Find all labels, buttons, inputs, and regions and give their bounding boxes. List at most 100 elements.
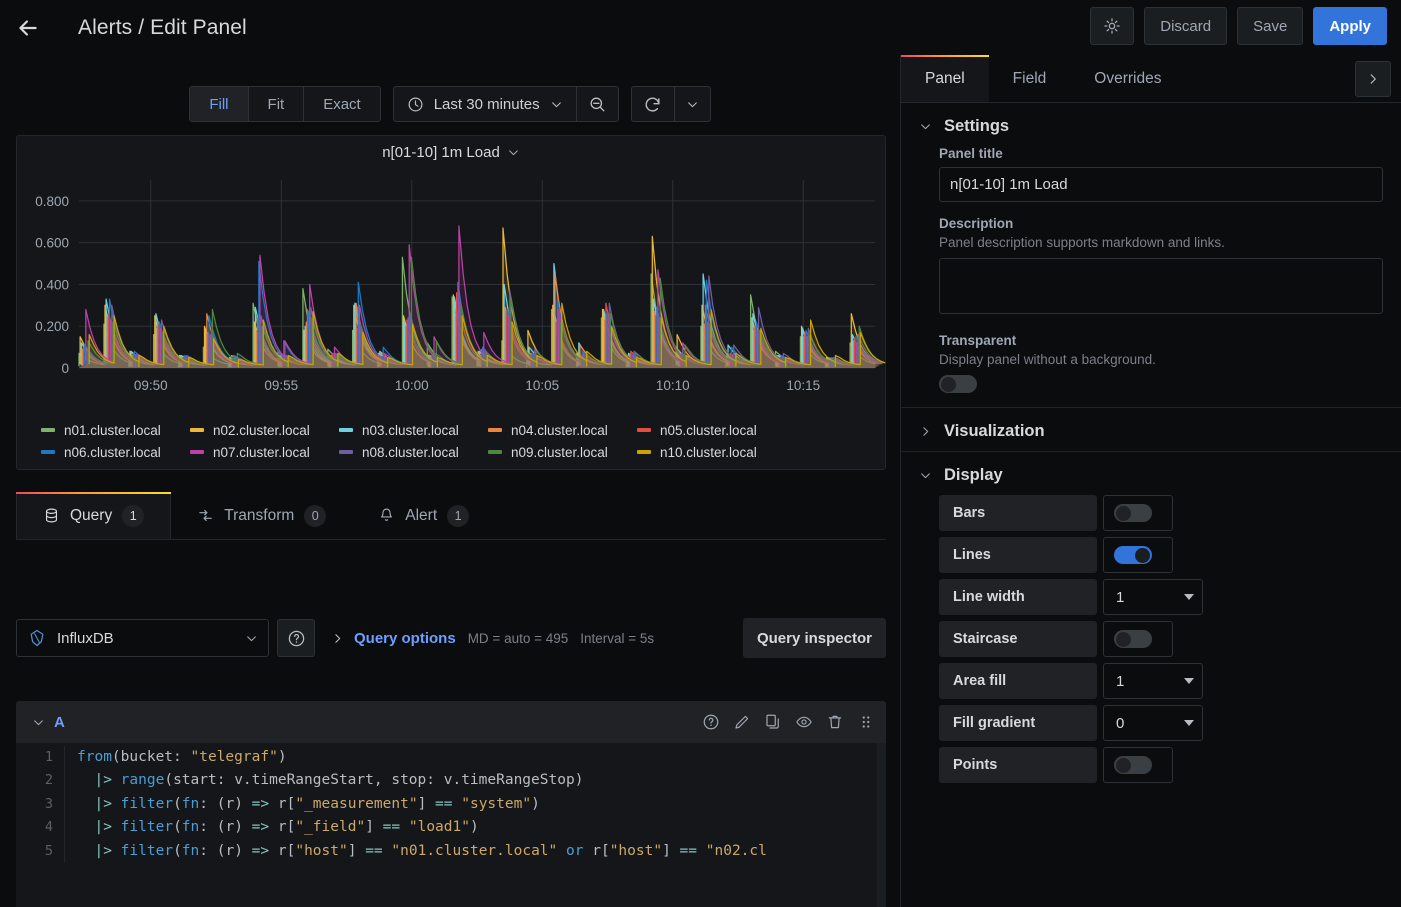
legend-label: n06.cluster.local	[64, 445, 161, 460]
legend-item[interactable]: n03.cluster.local	[339, 419, 488, 441]
display-option-select[interactable]: 0	[1103, 705, 1203, 741]
description-textarea[interactable]	[939, 258, 1383, 314]
datasource-picker[interactable]: InfluxDB	[16, 619, 269, 657]
query-delete-button[interactable]	[825, 712, 845, 732]
panel-preview-header[interactable]: n[01-10] 1m Load	[17, 136, 885, 168]
display-option-control	[1103, 621, 1173, 657]
tab-transform[interactable]: Transform 0	[171, 492, 352, 539]
display-option-row: Area fill1	[939, 663, 1383, 699]
interval-text: Interval = 5s	[580, 631, 654, 646]
query-options-label: Query options	[354, 630, 456, 647]
save-button[interactable]: Save	[1237, 7, 1303, 45]
chart-legend: n01.cluster.localn02.cluster.localn03.cl…	[17, 419, 887, 463]
legend-row: n06.cluster.local n07.cluster.localn08.cl…	[41, 441, 863, 463]
fit-mode-fill[interactable]: Fill	[190, 87, 248, 121]
legend-color-swatch	[41, 428, 55, 432]
legend-color-swatch	[488, 450, 502, 454]
display-option-value: 1	[1116, 589, 1184, 606]
tab-field[interactable]: Field	[989, 55, 1071, 102]
legend-label: n05.cluster.local	[660, 423, 757, 438]
x-axis-tick-label: 10:00	[395, 378, 429, 393]
refresh-interval-dropdown[interactable]	[674, 87, 710, 121]
display-option-label: Line width	[939, 579, 1097, 615]
display-option-toggle[interactable]	[1114, 630, 1152, 648]
y-axis-tick-label: 0.400	[35, 277, 69, 292]
query-collapse-button[interactable]	[26, 716, 50, 729]
panel-title-input[interactable]	[939, 167, 1383, 202]
chevron-right-icon	[1366, 72, 1380, 86]
display-option-select[interactable]: 1	[1103, 663, 1203, 699]
y-axis-tick-label: 0.600	[35, 236, 69, 251]
line-number: 1	[16, 746, 53, 769]
legend-label: n04.cluster.local	[511, 423, 608, 438]
legend-item[interactable]: n08.cluster.local	[339, 441, 488, 463]
chevron-down-icon	[1184, 720, 1194, 726]
time-range-button[interactable]: Last 30 minutes	[394, 87, 576, 121]
refresh-icon	[643, 95, 662, 114]
top-bar: Alerts / Edit Panel Discard Save Apply	[0, 0, 1401, 55]
legend-item[interactable]: n10.cluster.local	[637, 441, 786, 463]
query-drag-handle[interactable]	[856, 712, 876, 732]
discard-button[interactable]: Discard	[1144, 7, 1227, 45]
toggle-container	[1103, 621, 1173, 657]
code-content[interactable]: from(bucket: "telegraf") |> range(start:…	[64, 746, 886, 863]
fit-mode-exact[interactable]: Exact	[304, 87, 380, 121]
query-options-bar: InfluxDB Query options	[16, 618, 886, 658]
tab-alert-label: Alert	[405, 507, 437, 525]
database-icon	[43, 507, 60, 524]
tab-panel[interactable]: Panel	[901, 55, 989, 102]
display-option-control: 0	[1103, 705, 1203, 741]
code-line: |> filter(fn: (r) => r["host"] == "n01.c…	[77, 840, 886, 863]
legend-item[interactable]: n07.cluster.local	[190, 441, 339, 463]
legend-row: n01.cluster.localn02.cluster.localn03.cl…	[41, 419, 863, 441]
apply-button[interactable]: Apply	[1313, 7, 1387, 45]
back-button[interactable]	[0, 0, 56, 55]
section-visualization-header[interactable]: Visualization	[901, 408, 1401, 451]
query-options-toggle[interactable]: Query options	[331, 630, 456, 647]
section-display-header[interactable]: Display	[901, 452, 1401, 495]
fit-mode-group: Fill Fit Exact	[189, 86, 380, 122]
fit-mode-fit[interactable]: Fit	[249, 87, 305, 121]
expand-options-button[interactable]	[1355, 61, 1391, 97]
display-option-select[interactable]: 1	[1103, 579, 1203, 615]
zoom-out-button[interactable]	[576, 87, 618, 121]
legend-item[interactable]: n04.cluster.local	[488, 419, 637, 441]
code-scrollbar[interactable]	[877, 743, 886, 907]
chevron-down-icon	[245, 632, 258, 645]
panel-settings-button[interactable]	[1090, 7, 1134, 45]
query-inspector-button[interactable]: Query inspector	[743, 618, 886, 658]
x-axis-tick-label: 10:05	[525, 378, 559, 393]
eye-icon	[795, 713, 813, 731]
transparent-toggle[interactable]	[939, 375, 977, 393]
panel-editor-page: Alerts / Edit Panel Discard Save Apply F…	[0, 0, 1401, 907]
query-ref-id[interactable]: A	[54, 714, 65, 731]
flux-query-editor[interactable]: 12345 from(bucket: "telegraf") |> range(…	[16, 743, 886, 907]
datasource-help-button[interactable]	[277, 619, 315, 657]
display-option-label: Fill gradient	[939, 705, 1097, 741]
tab-alert[interactable]: Alert 1	[352, 492, 495, 539]
display-option-row: Points	[939, 747, 1383, 783]
tab-overrides[interactable]: Overrides	[1070, 55, 1185, 102]
display-option-toggle[interactable]	[1114, 546, 1152, 564]
legend-item[interactable]: n01.cluster.local	[41, 419, 190, 441]
query-duplicate-button[interactable]	[763, 712, 783, 732]
line-number: 5	[16, 840, 53, 863]
timeseries-chart[interactable]: 0.8000.6000.4000.200009:5009:5510:0010:0…	[17, 168, 887, 408]
legend-item[interactable]: n06.cluster.local	[41, 441, 190, 463]
display-option-toggle[interactable]	[1114, 756, 1152, 774]
page-title: Alerts / Edit Panel	[78, 16, 247, 40]
tab-query[interactable]: Query 1	[16, 492, 171, 539]
code-line: from(bucket: "telegraf")	[77, 746, 886, 769]
query-rename-button[interactable]	[732, 712, 752, 732]
refresh-button[interactable]	[632, 87, 674, 121]
legend-item[interactable]: n02.cluster.local	[190, 419, 339, 441]
legend-color-swatch	[488, 428, 502, 432]
legend-item[interactable]: n05.cluster.local	[637, 419, 786, 441]
query-help-button[interactable]	[701, 712, 721, 732]
query-disable-button[interactable]	[794, 712, 814, 732]
section-settings-header[interactable]: Settings	[901, 103, 1401, 146]
editor-left-column: Fill Fit Exact Last 30 minutes	[0, 55, 900, 907]
display-option-toggle[interactable]	[1114, 504, 1152, 522]
legend-item[interactable]: n09.cluster.local	[488, 441, 637, 463]
chevron-down-icon	[507, 146, 520, 159]
